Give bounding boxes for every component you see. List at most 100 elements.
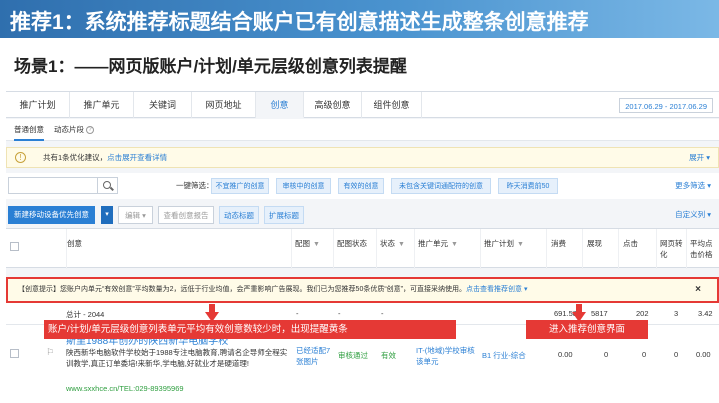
cost-value: 0.00 <box>558 350 573 359</box>
flag-icon[interactable]: ⚐ <box>46 347 54 358</box>
col-plan[interactable]: 推广计划 ▼ <box>480 229 546 269</box>
col-unit[interactable]: 推广单元 ▼ <box>414 229 480 269</box>
screenshot-panel: 推广计划 推广单元 关键词 网页地址 创意 高级创意 组件创意 2017.06.… <box>6 91 719 403</box>
idea-tip-bar: 【创意提示】您账户内单元“有效创意”平均数量为2，远低于行业均值，会严重影响广告… <box>6 277 719 303</box>
col-img-status[interactable]: 配图状态 <box>333 229 376 269</box>
suggestion-link[interactable]: 点击展开查看详情 <box>107 153 167 162</box>
col-avg-label: 平均点击价格 <box>690 239 713 259</box>
col-conv-label: 网页转化 <box>660 239 683 259</box>
expand-link[interactable]: 展开 ▾ <box>689 148 710 168</box>
idea-description: 陕西新华电脑软件学校始于1988专注电脑教育,聘请名企导师全程实训教学,真正订单… <box>66 348 288 368</box>
avg-value: 0.00 <box>696 350 711 359</box>
more-filter-link[interactable]: 更多筛选 ▾ <box>675 173 711 199</box>
subtab-normal-idea[interactable]: 普通创意 <box>14 119 44 141</box>
col-cost[interactable]: 消费 <box>546 229 582 269</box>
tip-message: 【创意提示】您账户内单元“有效创意”平均数量为2，远低于行业均值，会严重影响广告… <box>18 286 467 293</box>
tab-url[interactable]: 网页地址 <box>192 92 256 118</box>
suggestion-message: 共有1条优化建议， <box>43 153 108 162</box>
tab-unit[interactable]: 推广单元 <box>70 92 134 118</box>
filter-chip-no-wildcard[interactable]: 未包含关键词通配符的创意 <box>391 178 491 194</box>
tip-text: 【创意提示】您账户内单元“有效创意”平均数量为2，远低于行业均值，会严重影响广告… <box>18 279 527 301</box>
search-input[interactable] <box>8 177 98 194</box>
banner: 推荐1：系统推荐标题结合账户已有创意描述生成整条创意推荐 <box>0 0 719 38</box>
subtab-dynamic-label: 动态片段 <box>54 125 84 134</box>
help-icon: ? <box>86 126 94 135</box>
col-cost-label: 消费 <box>551 239 566 248</box>
impr-value: 0 <box>604 350 609 359</box>
tip-link-label: 点击查看推荐创意 <box>466 286 523 293</box>
close-icon[interactable]: × <box>695 279 701 301</box>
custom-columns-link[interactable]: 自定义列 ▾ <box>675 202 711 228</box>
col-avg[interactable]: 平均点击价格 <box>686 229 719 269</box>
chevron-down-icon[interactable]: ▾ <box>101 206 113 224</box>
chevron-down-icon: ▾ <box>142 211 146 220</box>
search-button[interactable] <box>98 177 118 194</box>
chevron-down-icon: ▾ <box>707 181 711 190</box>
col-conv[interactable]: 网页转化 <box>656 229 686 269</box>
row-checkbox[interactable] <box>10 349 19 358</box>
chevron-down-icon: ▾ <box>706 153 710 162</box>
col-plan-label: 推广计划 <box>484 239 514 248</box>
filter-icon: ▼ <box>313 241 320 248</box>
conv-value: 0 <box>674 350 679 359</box>
more-filter-label: 更多筛选 <box>675 181 706 190</box>
select-all-checkbox[interactable] <box>10 242 19 251</box>
match-images-link[interactable]: 已经适配7张图片 <box>296 345 331 367</box>
col-idea-label: 创意 <box>67 239 82 248</box>
total-conv: 3 <box>674 309 679 318</box>
scene-title: 场景1：——网页版账户/计划/单元层级创意列表提醒 <box>14 57 407 76</box>
tip-link[interactable]: 点击查看推荐创意 ▾ <box>466 286 527 293</box>
extended-title-button[interactable]: 扩展标题 <box>264 206 304 224</box>
col-impr[interactable]: 展现 <box>582 229 618 269</box>
custom-columns-label: 自定义列 <box>675 210 706 219</box>
main-tabbar: 推广计划 推广单元 关键词 网页地址 创意 高级创意 组件创意 2017.06.… <box>6 92 719 118</box>
col-img-status-label: 配图状态 <box>337 239 367 248</box>
col-idea: 创意 <box>66 229 291 269</box>
action-toolbar: 新建移动设备优先创意 ▾ 编辑 ▾ 查看创意报告 动态标题 扩展标题 自定义列 … <box>6 202 719 228</box>
total-match: - <box>296 309 299 318</box>
plan-link[interactable]: B1 行业-综合 <box>482 350 526 361</box>
col-match-label: 配图 <box>295 239 310 248</box>
img-status: 审核通过 <box>338 351 368 360</box>
edit-label: 编辑 <box>125 211 141 220</box>
col-impr-label: 展现 <box>587 239 602 248</box>
new-mobile-idea-button[interactable]: 新建移动设备优先创意 <box>8 206 95 224</box>
filter-icon: ▼ <box>517 241 524 248</box>
date-range-picker[interactable]: 2017.06.29 - 2017.06.29 <box>619 98 713 113</box>
banner-title: 推荐1：系统推荐标题结合账户已有创意描述生成整条创意推荐 <box>10 11 589 34</box>
dynamic-title-button[interactable]: 动态标题 <box>219 206 259 224</box>
view-report-button[interactable]: 查看创意报告 <box>158 206 214 224</box>
expand-label: 展开 <box>689 153 705 162</box>
subtab-dynamic-segment[interactable]: 动态片段? <box>54 119 94 141</box>
unit-link[interactable]: IT-(地域)学校审核该单元 <box>416 345 478 367</box>
tab-advanced-idea[interactable]: 高级创意 <box>304 92 362 118</box>
total-impr: 5817 <box>591 309 608 318</box>
filter-chip-unsuitable[interactable]: 不宜推广的创意 <box>211 178 269 194</box>
table-header: 创意 配图 ▼ 配图状态 状态 ▼ 推广单元 ▼ 推广计划 ▼ 消费 展现 点击 网页转… <box>6 228 719 269</box>
total-label: 总计 - 2044 <box>66 310 105 319</box>
warning-icon: ! <box>15 152 26 163</box>
col-unit-label: 推广单元 <box>418 239 448 248</box>
callout-left: 账户/计划/单元层级创意列表单元平均有效创意数较少时，出现提醒黄条 <box>44 320 456 339</box>
suggestion-text: 共有1条优化建议，点击展开查看详情 <box>43 148 167 168</box>
col-state[interactable]: 状态 ▼ <box>376 229 414 269</box>
idea-url: www.sxxhce.cn/TEL:029-89395969 <box>66 384 184 393</box>
filter-icon: ▼ <box>451 241 458 248</box>
tab-component-idea[interactable]: 组件创意 <box>362 92 422 118</box>
chevron-down-icon: ▾ <box>707 210 711 219</box>
filter-chip-top50[interactable]: 昨天消费前50 <box>498 178 558 194</box>
tab-keyword[interactable]: 关键词 <box>134 92 192 118</box>
col-state-label: 状态 <box>380 239 395 248</box>
edit-button[interactable]: 编辑 ▾ <box>118 206 153 224</box>
col-click[interactable]: 点击 <box>618 229 656 269</box>
total-state: - <box>381 309 384 318</box>
col-match[interactable]: 配图 ▼ <box>291 229 333 269</box>
filter-chip-reviewing[interactable]: 审核中的创意 <box>276 178 331 194</box>
tab-plan[interactable]: 推广计划 <box>6 92 70 118</box>
tab-idea[interactable]: 创意 <box>256 92 304 118</box>
chevron-down-icon: ▾ <box>523 286 528 293</box>
quick-filter-label: 一键筛选： <box>176 181 214 190</box>
filter-icon: ▼ <box>398 241 405 248</box>
subtabs: 普通创意 动态片段? <box>6 119 719 141</box>
filter-chip-valid[interactable]: 有效的创意 <box>338 178 384 194</box>
